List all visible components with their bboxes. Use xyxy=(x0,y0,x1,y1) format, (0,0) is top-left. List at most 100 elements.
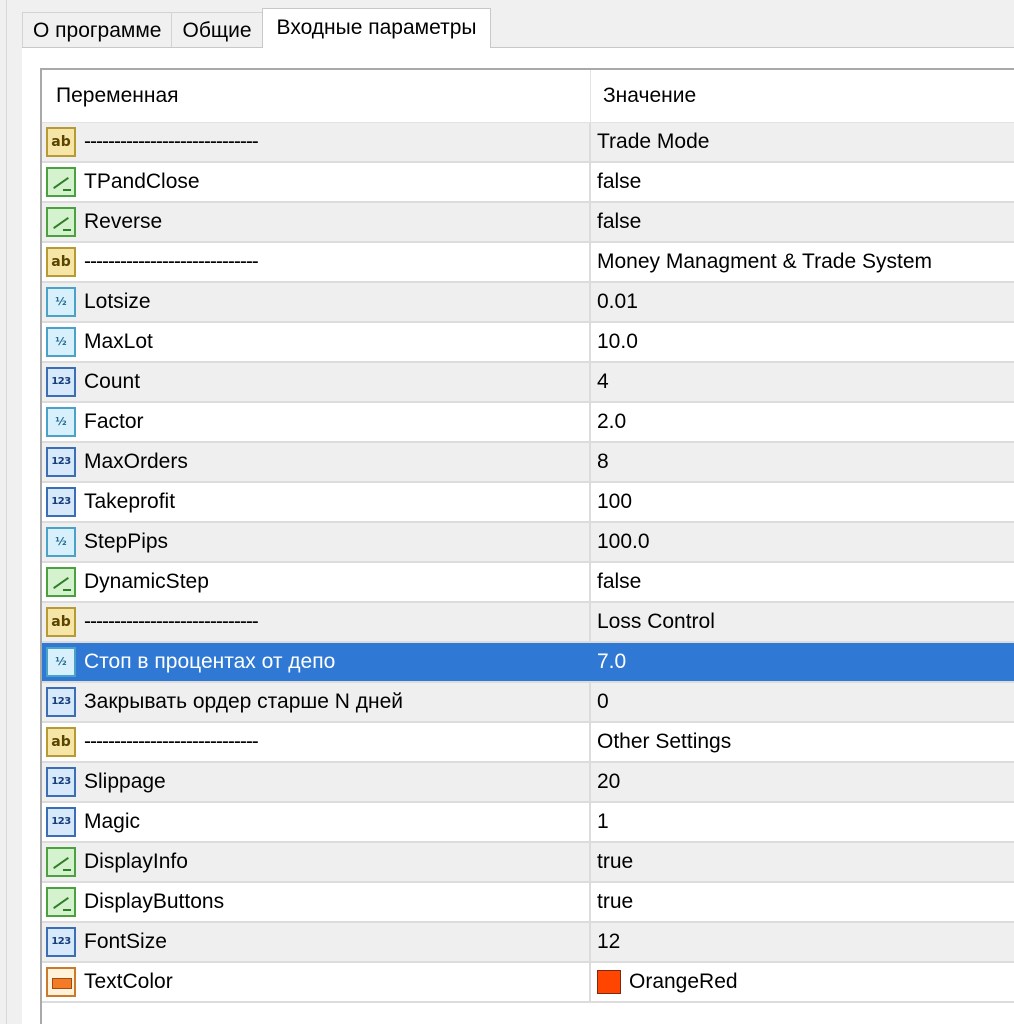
variable-cell[interactable]: 123 Slippage xyxy=(42,763,591,801)
variable-cell[interactable]: ½ Стоп в процентах от депо xyxy=(42,643,591,681)
variable-name: ----------------------------- xyxy=(84,730,259,753)
variable-cell[interactable]: TPandClose xyxy=(42,163,591,201)
variable-cell[interactable]: TextColor xyxy=(42,963,591,1001)
value-text: 7.0 xyxy=(597,650,627,673)
variable-cell[interactable]: 123 FontSize xyxy=(42,923,591,961)
table-row[interactable]: ab ----------------------------- Money Man… xyxy=(42,243,1014,283)
table-row[interactable]: 123 Takeprofit 100 xyxy=(42,483,1014,523)
table-row[interactable]: DisplayButtons true xyxy=(42,883,1014,923)
value-cell[interactable]: true xyxy=(591,843,1014,881)
variable-cell[interactable]: Reverse xyxy=(42,203,591,241)
variable-name: FontSize xyxy=(84,930,167,953)
variable-cell[interactable]: ½ StepPips xyxy=(42,523,591,561)
value-text: 12 xyxy=(597,930,621,953)
column-header-variable[interactable]: Переменная xyxy=(42,70,591,122)
table-row[interactable]: ½ Factor 2.0 xyxy=(42,403,1014,443)
variable-cell[interactable]: DisplayInfo xyxy=(42,843,591,881)
table-row[interactable]: DynamicStep false xyxy=(42,563,1014,603)
table-row[interactable]: 123 Count 4 xyxy=(42,363,1014,403)
value-text: Loss Control xyxy=(597,610,715,633)
variable-name: ----------------------------- xyxy=(84,250,259,273)
grid-rows: ab ----------------------------- Trade Mod… xyxy=(42,123,1014,1003)
bool-icon xyxy=(46,167,76,197)
table-row[interactable]: ½ Стоп в процентах от депо 7.0 xyxy=(42,643,1014,683)
value-cell[interactable]: false xyxy=(591,163,1014,201)
table-row[interactable]: TPandClose false xyxy=(42,163,1014,203)
value-cell[interactable]: false xyxy=(591,203,1014,241)
bool-icon xyxy=(46,847,76,877)
value-cell[interactable]: false xyxy=(591,563,1014,601)
variable-cell[interactable]: 123 Magic xyxy=(42,803,591,841)
variable-cell[interactable]: 123 MaxOrders xyxy=(42,443,591,481)
table-row[interactable]: 123 MaxOrders 8 xyxy=(42,443,1014,483)
value-cell[interactable]: 10.0 xyxy=(591,323,1014,361)
table-row[interactable]: Reverse false xyxy=(42,203,1014,243)
value-cell[interactable]: 100.0 xyxy=(591,523,1014,561)
tab-bar: О программе Общие Входные параметры xyxy=(22,8,492,48)
value-text: false xyxy=(597,210,642,233)
value-cell[interactable]: 0.01 xyxy=(591,283,1014,321)
variable-name: Reverse xyxy=(84,210,163,233)
double-icon: ½ xyxy=(46,287,76,317)
variable-cell[interactable]: ½ MaxLot xyxy=(42,323,591,361)
value-text: 2.0 xyxy=(597,410,627,433)
value-cell[interactable]: Loss Control xyxy=(591,603,1014,641)
column-header-value[interactable]: Значение xyxy=(591,70,1014,122)
variable-name: Закрывать ордер старше N дней xyxy=(84,690,404,713)
value-cell[interactable]: 100 xyxy=(591,483,1014,521)
value-cell[interactable]: Money Managment & Trade System xyxy=(591,243,1014,281)
variable-cell[interactable]: ab ----------------------------- xyxy=(42,243,591,281)
table-row[interactable]: ab ----------------------------- Loss Cont… xyxy=(42,603,1014,643)
variable-name: Count xyxy=(84,370,141,393)
variable-cell[interactable]: ab ----------------------------- xyxy=(42,723,591,761)
variable-cell[interactable]: ab ----------------------------- xyxy=(42,123,591,161)
variable-cell[interactable]: DisplayButtons xyxy=(42,883,591,921)
variable-cell[interactable]: ½ Lotsize xyxy=(42,283,591,321)
variable-name: TextColor xyxy=(84,970,173,993)
table-row[interactable]: DisplayInfo true xyxy=(42,843,1014,883)
value-text: true xyxy=(597,850,634,873)
variable-name: StepPips xyxy=(84,530,169,553)
value-cell[interactable]: 12 xyxy=(591,923,1014,961)
table-row[interactable]: ½ MaxLot 10.0 xyxy=(42,323,1014,363)
table-row[interactable]: 123 Slippage 20 xyxy=(42,763,1014,803)
value-cell[interactable]: 4 xyxy=(591,363,1014,401)
integer-123-icon: 123 xyxy=(46,687,76,717)
double-icon: ½ xyxy=(46,327,76,357)
value-cell[interactable]: 20 xyxy=(591,763,1014,801)
variable-cell[interactable]: DynamicStep xyxy=(42,563,591,601)
table-row[interactable]: TextColor OrangeRed xyxy=(42,963,1014,1003)
bool-icon xyxy=(46,887,76,917)
variable-cell[interactable]: ½ Factor xyxy=(42,403,591,441)
value-cell[interactable]: true xyxy=(591,883,1014,921)
variable-cell[interactable]: 123 Count xyxy=(42,363,591,401)
window-edge xyxy=(0,0,7,1024)
value-cell[interactable]: 8 xyxy=(591,443,1014,481)
table-row[interactable]: 123 Magic 1 xyxy=(42,803,1014,843)
tab-about[interactable]: О программе xyxy=(22,12,173,48)
variable-name: Стоп в процентах от депо xyxy=(84,650,336,673)
value-cell[interactable]: 0 xyxy=(591,683,1014,721)
table-row[interactable]: ab ----------------------------- Trade Mod… xyxy=(42,123,1014,163)
value-cell[interactable]: 1 xyxy=(591,803,1014,841)
variable-cell[interactable]: 123 Закрывать ордер старше N дней xyxy=(42,683,591,721)
table-row[interactable]: ½ StepPips 100.0 xyxy=(42,523,1014,563)
tab-inputs[interactable]: Входные параметры xyxy=(261,8,492,48)
integer-123-icon: 123 xyxy=(46,927,76,957)
tab-common[interactable]: Общие xyxy=(171,12,263,48)
color-swatch xyxy=(597,970,621,994)
value-cell[interactable]: Other Settings xyxy=(591,723,1014,761)
variable-cell[interactable]: ab ----------------------------- xyxy=(42,603,591,641)
value-cell[interactable]: Trade Mode xyxy=(591,123,1014,161)
variable-cell[interactable]: 123 Takeprofit xyxy=(42,483,591,521)
value-cell[interactable]: OrangeRed xyxy=(591,963,1014,1001)
double-icon: ½ xyxy=(46,647,76,677)
double-icon: ½ xyxy=(46,407,76,437)
value-text: Money Managment & Trade System xyxy=(597,250,932,273)
table-row[interactable]: ab ----------------------------- Other Set… xyxy=(42,723,1014,763)
table-row[interactable]: ½ Lotsize 0.01 xyxy=(42,283,1014,323)
table-row[interactable]: 123 Закрывать ордер старше N дней 0 xyxy=(42,683,1014,723)
table-row[interactable]: 123 FontSize 12 xyxy=(42,923,1014,963)
value-cell[interactable]: 7.0 xyxy=(591,643,1014,681)
value-cell[interactable]: 2.0 xyxy=(591,403,1014,441)
